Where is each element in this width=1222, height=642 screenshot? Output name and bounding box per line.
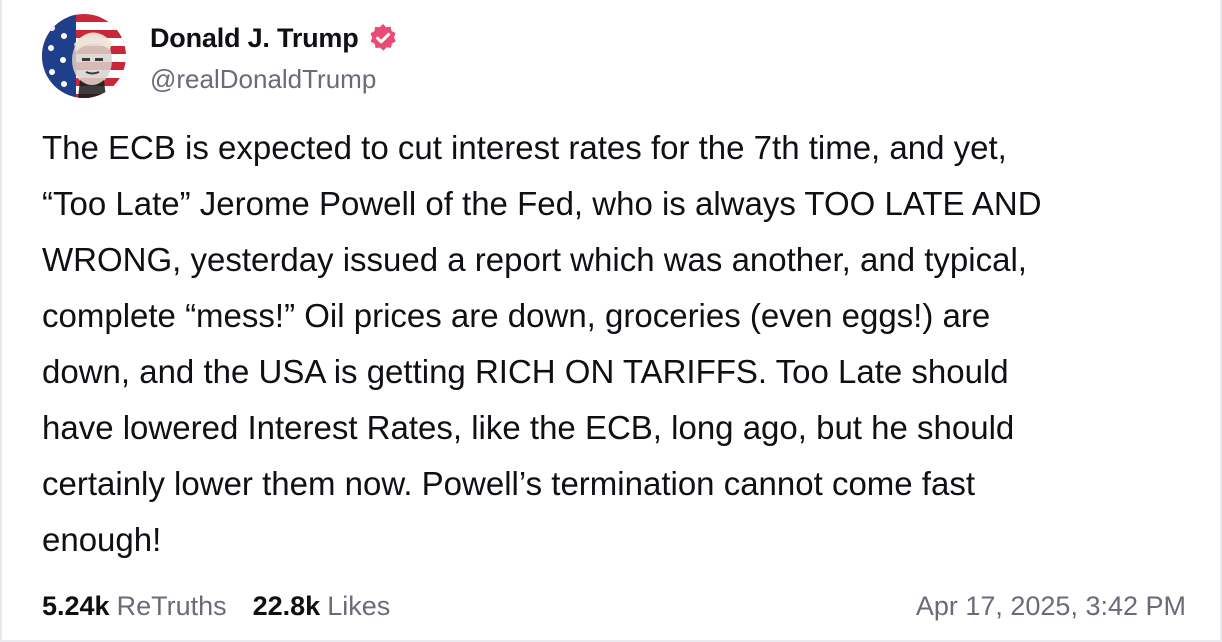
post-header: Donald J. Trump @realDonaldTrump [42,14,399,98]
retruths-stat[interactable]: 5.24k ReTruths [42,591,227,622]
post-text: The ECB is expected to cut interest rate… [42,129,1042,558]
likes-label: Likes [327,590,391,621]
likes-stat[interactable]: 22.8k Likes [253,591,391,622]
truth-post: Donald J. Trump @realDonaldTrump The ECB… [0,0,1222,642]
retruths-count: 5.24k [42,590,110,621]
likes-count: 22.8k [252,590,321,621]
avatar[interactable] [42,14,126,98]
author-names: Donald J. Trump @realDonaldTrump [150,14,399,95]
retruths-label: ReTruths [116,590,227,621]
name-row: Donald J. Trump [150,22,399,54]
author-handle[interactable]: @realDonaldTrump [150,64,399,95]
author-display-name[interactable]: Donald J. Trump [150,23,359,54]
post-timestamp[interactable]: Apr 17, 2025, 3:42 PM [916,591,1186,622]
post-footer: 5.24k ReTruths 22.8k Likes Apr 17, 2025,… [42,584,1186,628]
avatar-image [42,14,126,98]
verified-badge-icon [367,22,399,54]
